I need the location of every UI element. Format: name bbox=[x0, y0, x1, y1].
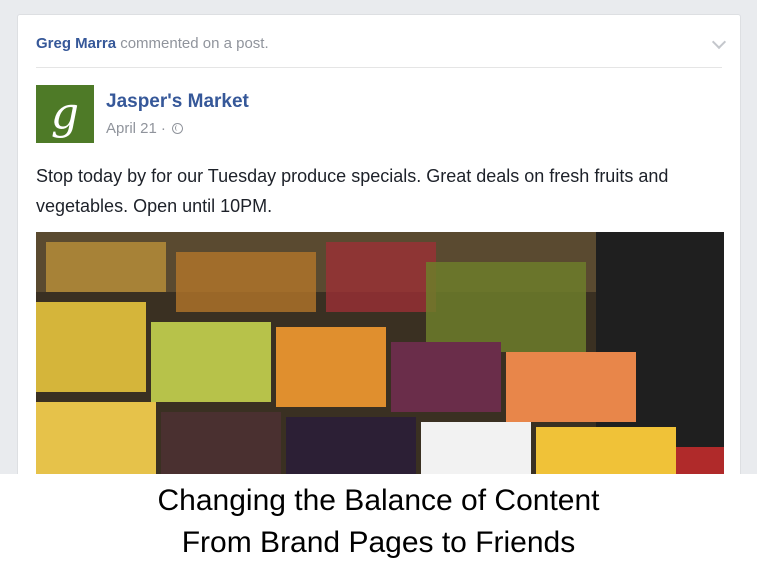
divider bbox=[36, 67, 722, 68]
post-photo[interactable] bbox=[36, 232, 724, 474]
page-name-link[interactable]: Jasper's Market bbox=[106, 91, 249, 113]
meta-separator: · bbox=[160, 120, 166, 137]
post-meta: April 21 · bbox=[106, 120, 183, 137]
caption-line-1: Changing the Balance of Content bbox=[157, 484, 600, 517]
globe-icon[interactable] bbox=[171, 123, 183, 134]
avatar-logo-letter: g bbox=[50, 88, 80, 139]
page-avatar[interactable]: g bbox=[36, 85, 94, 143]
story-action-text: commented on a post. bbox=[120, 35, 269, 52]
story-header: Greg Marra commented on a post. bbox=[36, 35, 269, 52]
post-text: Stop today by for our Tuesday produce sp… bbox=[36, 166, 669, 216]
slide-caption: Changing the Balance of Content From Bra… bbox=[0, 480, 757, 564]
news-feed: Greg Marra commented on a post. g Jasper… bbox=[0, 0, 757, 474]
actor-name-link[interactable]: Greg Marra bbox=[36, 35, 116, 52]
chevron-down-icon[interactable] bbox=[711, 34, 727, 50]
caption-line-2: From Brand Pages to Friends bbox=[181, 526, 576, 559]
post-card: Greg Marra commented on a post. g Jasper… bbox=[17, 14, 741, 474]
post-date-link[interactable]: April 21 bbox=[106, 120, 157, 137]
